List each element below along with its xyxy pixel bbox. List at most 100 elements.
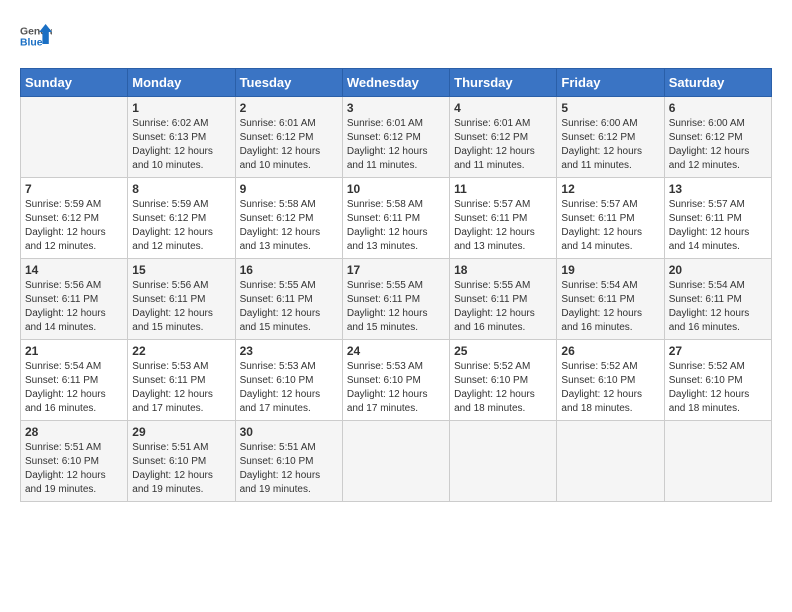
calendar-table: SundayMondayTuesdayWednesdayThursdayFrid…	[20, 68, 772, 502]
day-info: Sunrise: 5:58 AM Sunset: 6:12 PM Dayligh…	[240, 198, 338, 254]
day-cell: 22Sunrise: 5:53 AM Sunset: 6:11 PM Dayli…	[128, 340, 235, 421]
day-number: 12	[561, 182, 659, 196]
day-cell: 21 Sunrise: 5:54 AM Sunset: 6:11 PM Dayli…	[21, 340, 128, 421]
day-number: 23	[240, 344, 338, 358]
day-number: 6	[669, 101, 767, 115]
day-number: 4	[454, 101, 552, 115]
day-info: Sunrise: 5:53 AM Sunset: 6:10 PM Dayligh…	[240, 360, 338, 416]
day-cell: 3Sunrise: 6:01 AM Sunset: 6:12 PM Daylig…	[342, 97, 449, 178]
day-number: 10	[347, 182, 445, 196]
day-number: 8	[132, 182, 230, 196]
day-cell: 23 Sunrise: 5:53 AM Sunset: 6:10 PM Dayli…	[235, 340, 342, 421]
day-info: Sunrise: 5:51 AM Sunset: 6:10 PM Dayligh…	[132, 441, 230, 497]
day-cell: 20 Sunrise: 5:54 AM Sunset: 6:11 PM Dayli…	[664, 259, 771, 340]
col-header-wednesday: Wednesday	[342, 69, 449, 97]
day-cell: 1 Sunrise: 6:02 AM Sunset: 6:13 PM Daylig…	[128, 97, 235, 178]
day-info: Sunrise: 5:55 AM Sunset: 6:11 PM Dayligh…	[240, 279, 338, 335]
week-row-3: 14Sunrise: 5:56 AM Sunset: 6:11 PM Dayli…	[21, 259, 772, 340]
day-number: 29	[132, 425, 230, 439]
logo-icon: General Blue	[20, 20, 52, 52]
column-headers: SundayMondayTuesdayWednesdayThursdayFrid…	[21, 69, 772, 97]
day-cell: 16 Sunrise: 5:55 AM Sunset: 6:11 PM Dayli…	[235, 259, 342, 340]
week-row-1: 1 Sunrise: 6:02 AM Sunset: 6:13 PM Daylig…	[21, 97, 772, 178]
day-info: Sunrise: 5:58 AM Sunset: 6:11 PM Dayligh…	[347, 198, 445, 254]
day-cell: 5 Sunrise: 6:00 AM Sunset: 6:12 PM Daylig…	[557, 97, 664, 178]
col-header-friday: Friday	[557, 69, 664, 97]
day-info: Sunrise: 5:51 AM Sunset: 6:10 PM Dayligh…	[240, 441, 338, 497]
day-info: Sunrise: 5:54 AM Sunset: 6:11 PM Dayligh…	[25, 360, 123, 416]
day-cell	[21, 97, 128, 178]
day-cell: 26 Sunrise: 5:52 AM Sunset: 6:10 PM Dayli…	[557, 340, 664, 421]
day-info: Sunrise: 5:57 AM Sunset: 6:11 PM Dayligh…	[669, 198, 767, 254]
logo: General Blue	[20, 20, 52, 52]
day-number: 1	[132, 101, 230, 115]
day-number: 30	[240, 425, 338, 439]
col-header-thursday: Thursday	[450, 69, 557, 97]
day-number: 16	[240, 263, 338, 277]
day-cell: 18 Sunrise: 5:55 AM Sunset: 6:11 PM Dayli…	[450, 259, 557, 340]
day-info: Sunrise: 6:01 AM Sunset: 6:12 PM Dayligh…	[240, 117, 338, 173]
day-number: 5	[561, 101, 659, 115]
day-info: Sunrise: 6:00 AM Sunset: 6:12 PM Dayligh…	[669, 117, 767, 173]
week-row-2: 7 Sunrise: 5:59 AM Sunset: 6:12 PM Daylig…	[21, 178, 772, 259]
day-number: 13	[669, 182, 767, 196]
day-cell	[664, 421, 771, 502]
day-number: 7	[25, 182, 123, 196]
day-cell: 24 Sunrise: 5:53 AM Sunset: 6:10 PM Dayli…	[342, 340, 449, 421]
day-cell	[342, 421, 449, 502]
day-number: 17	[347, 263, 445, 277]
day-info: Sunrise: 6:00 AM Sunset: 6:12 PM Dayligh…	[561, 117, 659, 173]
day-info: Sunrise: 6:02 AM Sunset: 6:13 PM Dayligh…	[132, 117, 230, 173]
day-number: 2	[240, 101, 338, 115]
day-number: 27	[669, 344, 767, 358]
col-header-tuesday: Tuesday	[235, 69, 342, 97]
day-cell: 2 Sunrise: 6:01 AM Sunset: 6:12 PM Daylig…	[235, 97, 342, 178]
day-number: 18	[454, 263, 552, 277]
day-cell: 4 Sunrise: 6:01 AM Sunset: 6:12 PM Daylig…	[450, 97, 557, 178]
page-header: General Blue	[20, 20, 772, 52]
day-info: Sunrise: 5:57 AM Sunset: 6:11 PM Dayligh…	[561, 198, 659, 254]
day-cell: 29 Sunrise: 5:51 AM Sunset: 6:10 PM Dayli…	[128, 421, 235, 502]
day-cell: 15 Sunrise: 5:56 AM Sunset: 6:11 PM Dayli…	[128, 259, 235, 340]
day-info: Sunrise: 5:51 AM Sunset: 6:10 PM Dayligh…	[25, 441, 123, 497]
day-info: Sunrise: 6:01 AM Sunset: 6:12 PM Dayligh…	[454, 117, 552, 173]
day-cell: 13 Sunrise: 5:57 AM Sunset: 6:11 PM Dayli…	[664, 178, 771, 259]
day-cell: 28 Sunrise: 5:51 AM Sunset: 6:10 PM Dayli…	[21, 421, 128, 502]
day-info: Sunrise: 5:53 AM Sunset: 6:11 PM Dayligh…	[132, 360, 230, 416]
col-header-monday: Monday	[128, 69, 235, 97]
week-row-4: 21 Sunrise: 5:54 AM Sunset: 6:11 PM Dayli…	[21, 340, 772, 421]
day-number: 21	[25, 344, 123, 358]
day-cell: 6 Sunrise: 6:00 AM Sunset: 6:12 PM Daylig…	[664, 97, 771, 178]
day-info: Sunrise: 5:54 AM Sunset: 6:11 PM Dayligh…	[561, 279, 659, 335]
day-info: Sunrise: 5:53 AM Sunset: 6:10 PM Dayligh…	[347, 360, 445, 416]
day-cell: 27 Sunrise: 5:52 AM Sunset: 6:10 PM Dayli…	[664, 340, 771, 421]
day-cell	[557, 421, 664, 502]
day-info: Sunrise: 5:55 AM Sunset: 6:11 PM Dayligh…	[454, 279, 552, 335]
day-cell: 8 Sunrise: 5:59 AM Sunset: 6:12 PM Daylig…	[128, 178, 235, 259]
day-info: Sunrise: 5:59 AM Sunset: 6:12 PM Dayligh…	[132, 198, 230, 254]
day-number: 9	[240, 182, 338, 196]
svg-text:Blue: Blue	[20, 38, 43, 49]
day-info: Sunrise: 5:59 AM Sunset: 6:12 PM Dayligh…	[25, 198, 123, 254]
day-number: 25	[454, 344, 552, 358]
day-number: 15	[132, 263, 230, 277]
day-cell	[450, 421, 557, 502]
day-cell: 9 Sunrise: 5:58 AM Sunset: 6:12 PM Daylig…	[235, 178, 342, 259]
day-info: Sunrise: 5:56 AM Sunset: 6:11 PM Dayligh…	[132, 279, 230, 335]
day-number: 26	[561, 344, 659, 358]
week-row-5: 28 Sunrise: 5:51 AM Sunset: 6:10 PM Dayli…	[21, 421, 772, 502]
day-cell: 10 Sunrise: 5:58 AM Sunset: 6:11 PM Dayli…	[342, 178, 449, 259]
day-number: 20	[669, 263, 767, 277]
day-info: Sunrise: 5:52 AM Sunset: 6:10 PM Dayligh…	[561, 360, 659, 416]
day-number: 28	[25, 425, 123, 439]
day-info: Sunrise: 5:52 AM Sunset: 6:10 PM Dayligh…	[669, 360, 767, 416]
day-number: 24	[347, 344, 445, 358]
day-cell: 11 Sunrise: 5:57 AM Sunset: 6:11 PM Dayli…	[450, 178, 557, 259]
day-cell: 30 Sunrise: 5:51 AM Sunset: 6:10 PM Dayli…	[235, 421, 342, 502]
day-info: Sunrise: 5:52 AM Sunset: 6:10 PM Dayligh…	[454, 360, 552, 416]
day-info: Sunrise: 6:01 AM Sunset: 6:12 PM Dayligh…	[347, 117, 445, 173]
day-info: Sunrise: 5:55 AM Sunset: 6:11 PM Dayligh…	[347, 279, 445, 335]
day-info: Sunrise: 5:57 AM Sunset: 6:11 PM Dayligh…	[454, 198, 552, 254]
day-info: Sunrise: 5:54 AM Sunset: 6:11 PM Dayligh…	[669, 279, 767, 335]
day-number: 11	[454, 182, 552, 196]
